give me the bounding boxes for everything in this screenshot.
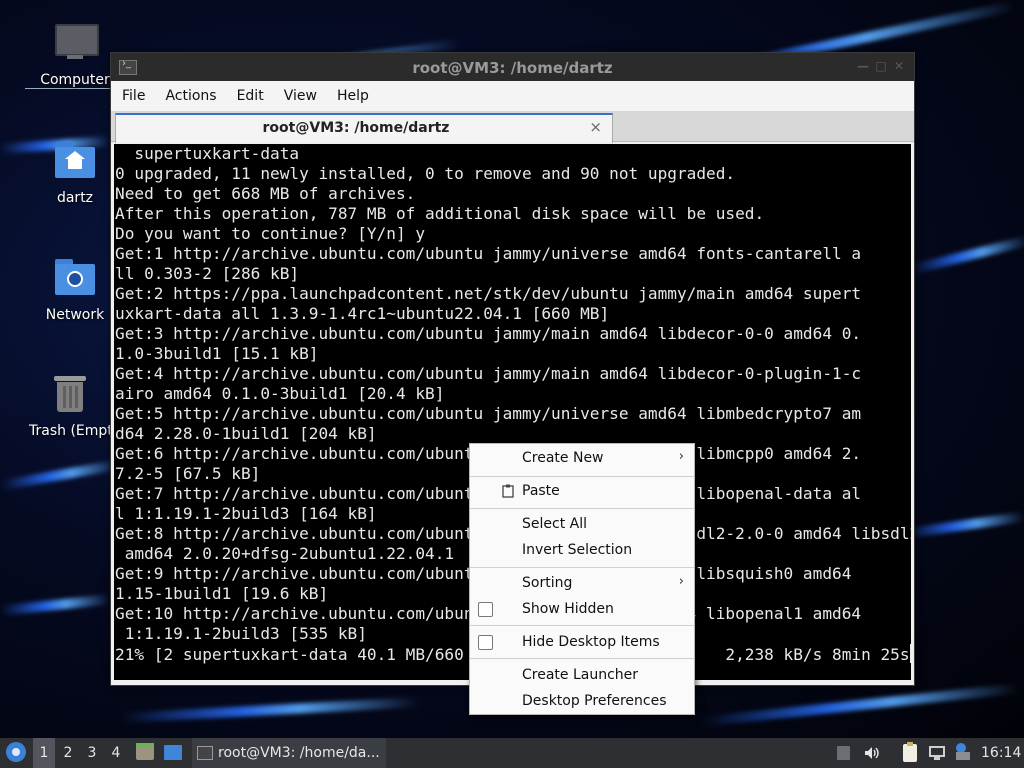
text-cursor: [909, 644, 911, 663]
task-label: root@VM3: /home/da...: [218, 745, 380, 761]
menu-separator: [470, 625, 694, 626]
file-manager-icon[interactable]: [134, 738, 156, 768]
menu-item-desktop-preferences[interactable]: Desktop Preferences: [470, 689, 694, 713]
menu-actions[interactable]: Actions: [154, 81, 225, 104]
menu-view[interactable]: View: [273, 81, 326, 104]
network-folder-icon: [53, 257, 97, 301]
taskbar-task-terminal[interactable]: root@VM3: /home/da...: [192, 738, 386, 768]
menu-item-create-launcher[interactable]: Create Launcher: [470, 663, 694, 687]
workspace-1[interactable]: 1: [33, 738, 55, 768]
menu-help[interactable]: Help: [326, 81, 378, 104]
menu-item-show-hidden[interactable]: Show Hidden: [470, 597, 694, 621]
show-desktop-icon[interactable]: [162, 738, 184, 768]
workspace-2[interactable]: 2: [57, 738, 79, 768]
menu-item-label: Select All: [522, 516, 587, 532]
tab-close-icon[interactable]: ×: [589, 118, 602, 136]
terminal-line: d64 2.28.0-1build1 [204 kB]: [115, 424, 377, 443]
chevron-right-icon: ›: [678, 574, 684, 589]
tab-terminal[interactable]: root@VM3: /home/dartz ×: [115, 113, 613, 143]
menu-bar: File Actions Edit View Help: [111, 81, 914, 111]
menu-item-label: Invert Selection: [522, 542, 633, 558]
menu-item-label: Desktop Preferences: [522, 693, 667, 709]
update-notifier-icon[interactable]: [835, 738, 853, 768]
workspace-3[interactable]: 3: [81, 738, 103, 768]
terminal-line: airo amd64 0.1.0-3build1 [20.4 kB]: [115, 384, 445, 403]
terminal-icon: [197, 746, 213, 760]
terminal-line: Get:3 http://archive.ubuntu.com/ubuntu j…: [115, 324, 862, 343]
close-icon[interactable]: ✕: [892, 59, 906, 73]
computer-icon: [53, 22, 99, 66]
desktop-context-menu: Create New › Paste Select All Invert Sel…: [469, 443, 695, 715]
tab-title: root@VM3: /home/dartz: [262, 120, 450, 136]
terminal-line: uxkart-data all 1.3.9-1.4rc1~ubuntu22.04…: [115, 304, 610, 323]
minimize-icon[interactable]: —: [856, 59, 870, 73]
terminal-line: Get:4 http://archive.ubuntu.com/ubuntu j…: [115, 364, 862, 383]
terminal-line: Do you want to continue? [Y/n] y: [115, 224, 426, 243]
chevron-right-icon: ›: [678, 449, 684, 464]
desktop-icon-trash[interactable]: Trash (Empty): [25, 373, 115, 439]
window-title: root@VM3: /home/dartz: [412, 59, 613, 77]
home-folder-icon: [53, 140, 97, 184]
terminal-line: After this operation, 787 MB of addition…: [115, 204, 765, 223]
menu-edit[interactable]: Edit: [226, 81, 273, 104]
menu-separator: [470, 658, 694, 659]
terminal-line: ll 0.303-2 [286 kB]: [115, 264, 300, 283]
terminal-line: Get:1 http://archive.ubuntu.com/ubuntu j…: [115, 244, 862, 263]
terminal-line: 1.0-3build1 [15.1 kB]: [115, 344, 319, 363]
clipboard-manager-icon[interactable]: [900, 738, 920, 768]
clipboard-icon: [502, 484, 514, 502]
window-titlebar[interactable]: root@VM3: /home/dartz — □ ✕: [111, 53, 914, 81]
terminal-line: Get:5 http://archive.ubuntu.com/ubuntu j…: [115, 404, 862, 423]
menu-item-label: Sorting: [522, 575, 573, 591]
menu-item-create-new[interactable]: Create New ›: [470, 446, 694, 470]
menu-item-label: Hide Desktop Items: [522, 634, 660, 650]
menu-item-sorting[interactable]: Sorting ›: [470, 571, 694, 595]
menu-separator: [470, 476, 694, 477]
volume-icon[interactable]: [862, 738, 882, 768]
menu-separator: [470, 508, 694, 509]
taskbar: 1 2 3 4 root@VM3: /home/da... 16:14: [0, 738, 1024, 768]
terminal-line: 0 upgraded, 11 newly installed, 0 to rem…: [115, 164, 736, 183]
menu-separator: [470, 567, 694, 568]
menu-item-label: Show Hidden: [522, 601, 614, 617]
terminal-line: supertuxkart-data: [115, 144, 300, 163]
checkbox-show-hidden[interactable]: [478, 602, 493, 617]
trash-icon: [48, 373, 92, 417]
start-menu-button[interactable]: [4, 738, 28, 768]
menu-item-invert-selection[interactable]: Invert Selection: [470, 538, 694, 562]
maximize-icon[interactable]: □: [874, 59, 888, 73]
menu-item-label: Paste: [522, 483, 560, 499]
menu-item-label: Create Launcher: [522, 667, 639, 683]
checkbox-hide-desktop-items[interactable]: [478, 635, 493, 650]
terminal-line: Need to get 668 MB of archives.: [115, 184, 416, 203]
menu-item-paste[interactable]: Paste: [470, 479, 694, 503]
network-icon[interactable]: [927, 738, 947, 768]
desktop-icon-label: Trash (Empty): [29, 423, 115, 439]
clock[interactable]: 16:14: [981, 738, 1021, 768]
notification-icon[interactable]: [953, 738, 973, 768]
tab-bar: root@VM3: /home/dartz ×: [111, 111, 914, 143]
menu-file[interactable]: File: [111, 81, 154, 104]
workspace-4[interactable]: 4: [105, 738, 127, 768]
menu-item-select-all[interactable]: Select All: [470, 512, 694, 536]
menu-item-label: Create New: [522, 450, 604, 466]
terminal-line: Get:2 https://ppa.launchpadcontent.net/s…: [115, 284, 862, 303]
menu-item-hide-desktop-items[interactable]: Hide Desktop Items: [470, 630, 694, 654]
